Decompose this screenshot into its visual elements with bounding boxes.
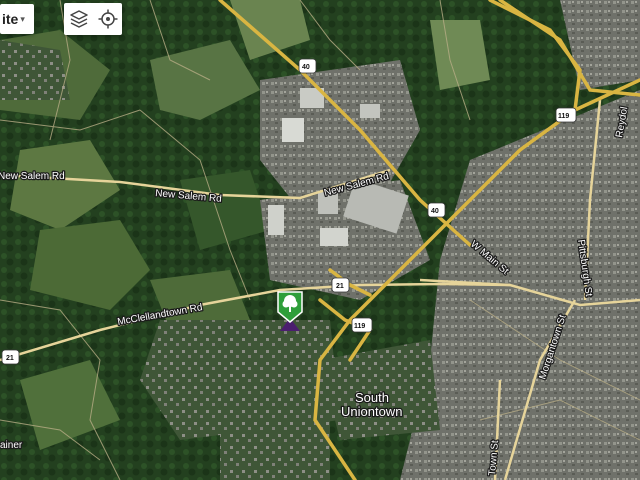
satellite-map[interactable]: New Salem Rd New Salem Rd New Salem Rd M… xyxy=(0,0,640,480)
crosshair-locate-icon xyxy=(98,9,117,29)
shield-us119-center: 119 xyxy=(351,317,373,333)
shield-pa21-center: 21 xyxy=(331,277,350,293)
place-label-south: South xyxy=(355,390,389,405)
map-type-dropdown[interactable]: ite ▾ xyxy=(0,4,34,34)
svg-text:40: 40 xyxy=(431,208,439,215)
shield-us40-south: 40 xyxy=(427,202,446,218)
map-toolbar xyxy=(64,3,122,35)
place-label-uniontown: Uniontown xyxy=(341,404,402,419)
shield-pa21-west: 21 xyxy=(1,349,20,365)
svg-text:119: 119 xyxy=(558,113,569,120)
chevron-down-icon: ▾ xyxy=(20,13,25,24)
edge-place-label: ainer xyxy=(0,440,23,451)
svg-text:21: 21 xyxy=(336,283,344,290)
svg-text:21: 21 xyxy=(6,355,14,362)
locate-button[interactable] xyxy=(95,6,121,32)
shield-us40-north: 40 xyxy=(298,58,317,74)
road-label-new-salem-west: New Salem Rd xyxy=(0,171,65,182)
map-type-label: ite xyxy=(2,11,19,27)
svg-text:40: 40 xyxy=(302,64,310,71)
svg-text:119: 119 xyxy=(354,323,365,330)
layers-icon xyxy=(69,10,88,28)
layers-button[interactable] xyxy=(66,6,92,32)
shield-us119-ne: 119 xyxy=(555,107,577,123)
